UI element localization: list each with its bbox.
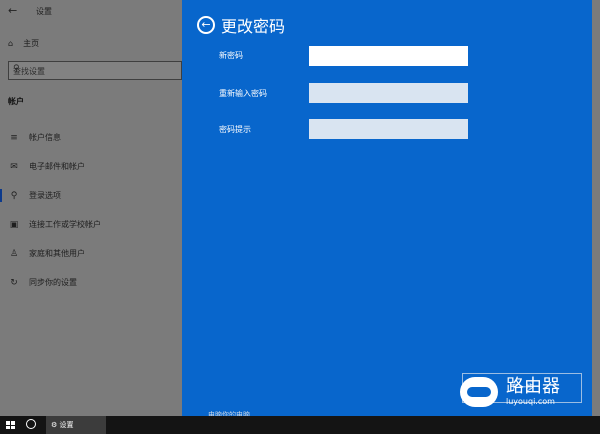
reenter-password-input[interactable] <box>309 83 468 103</box>
sidebar-item-label: 帐户信息 <box>29 133 61 142</box>
home-nav-item[interactable]: ⌂ 主页 <box>8 38 39 49</box>
sync-icon: ↻ <box>10 277 18 288</box>
sidebar-item-label: 登录选项 <box>29 191 61 200</box>
sidebar-item-work-school[interactable]: ▣ 连接工作或学校帐户 <box>8 210 178 239</box>
change-password-dialog: ← 更改密码 新密码 重新输入密码 密码提示 下一步 电脑你的电脑 <box>182 0 592 419</box>
cortana-icon[interactable] <box>26 419 36 429</box>
search-box[interactable]: 查找设置 ⚲ <box>8 61 182 80</box>
password-hint-input[interactable] <box>309 119 468 139</box>
sidebar-item-family-users[interactable]: ♙ 家庭和其他用户 <box>8 239 178 268</box>
taskbar-settings-app[interactable]: ⚙ 设置 <box>46 416 106 434</box>
reenter-password-label: 重新输入密码 <box>219 89 267 98</box>
app-title: 设置 <box>36 7 52 16</box>
home-icon: ⌂ <box>8 39 14 48</box>
person-icon: ♙ <box>9 248 19 259</box>
briefcase-icon: ▣ <box>9 219 19 230</box>
sidebar-item-sync-settings[interactable]: ↻ 同步你的设置 <box>8 268 178 297</box>
new-password-label: 新密码 <box>219 51 243 60</box>
back-arrow-icon[interactable]: ← <box>8 4 17 17</box>
key-icon: ⚲ <box>10 190 18 201</box>
home-label: 主页 <box>23 39 40 48</box>
person-list-icon: ≡ <box>10 132 18 143</box>
dialog-title: 更改密码 <box>221 17 286 36</box>
new-password-input[interactable] <box>309 46 468 66</box>
sidebar-item-label: 电子邮件和帐户 <box>29 162 85 171</box>
back-circle-icon[interactable]: ← <box>197 16 215 34</box>
taskbar: ⚙ 设置 <box>0 416 600 434</box>
windows-start-icon[interactable] <box>6 421 15 429</box>
watermark: 路由器 luyouqi.com <box>460 372 588 412</box>
selected-indicator <box>0 189 2 202</box>
sidebar-nav: ≡ 帐户信息 ✉ 电子邮件和帐户 ⚲ 登录选项 ▣ 连接工作或学校帐户 ♙ 家庭… <box>8 123 178 297</box>
sidebar-item-label: 家庭和其他用户 <box>29 249 85 258</box>
sidebar-item-label: 同步你的设置 <box>29 278 77 287</box>
sidebar-item-label: 连接工作或学校帐户 <box>29 220 101 229</box>
watermark-title: 路由器 <box>506 376 560 397</box>
section-title: 帐户 <box>8 97 24 106</box>
search-icon[interactable]: ⚲ <box>13 64 177 74</box>
sidebar-item-email-accounts[interactable]: ✉ 电子邮件和帐户 <box>8 152 178 181</box>
mail-icon: ✉ <box>10 161 18 172</box>
watermark-url: luyouqi.com <box>506 397 555 406</box>
taskbar-app-label: 设置 <box>59 421 74 429</box>
router-logo-icon <box>460 377 498 407</box>
password-hint-label: 密码提示 <box>219 125 251 134</box>
sidebar-item-sign-in-options[interactable]: ⚲ 登录选项 <box>8 181 178 210</box>
sidebar-item-account-info[interactable]: ≡ 帐户信息 <box>8 123 178 152</box>
